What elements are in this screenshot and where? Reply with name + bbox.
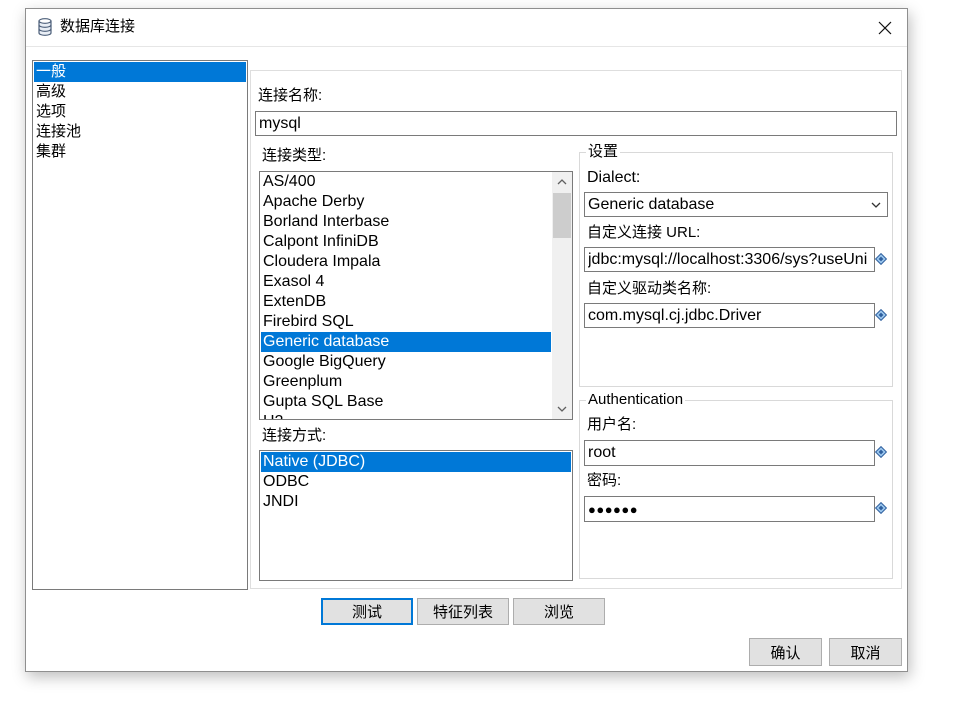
connection-type-item[interactable]: Calpont InfiniDB [261,232,551,252]
connection-type-item[interactable]: AS/400 [261,172,551,192]
password-label: 密码: [587,472,622,489]
variable-icon [875,253,887,265]
test-button[interactable]: 测试 [321,598,413,625]
close-icon [878,21,892,34]
connection-type-item[interactable]: Borland Interbase [261,212,551,232]
access-type-item[interactable]: ODBC [261,472,571,492]
scroll-thumb[interactable] [553,193,571,238]
authentication-group: Authentication 用户名: 密码: [579,391,893,579]
close-button[interactable] [863,9,907,46]
connection-type-label: 连接类型: [262,147,327,164]
access-type-list[interactable]: Native (JDBC) ODBC JNDI [259,450,573,581]
ok-button[interactable]: 确认 [749,638,822,666]
nav-item[interactable]: 一般 [34,62,246,82]
connection-type-item[interactable]: Generic database [261,332,551,352]
variable-icon [875,309,887,321]
section-nav-list[interactable]: 一般 高级 选项 连接池 集群 [32,60,248,590]
chevron-down-icon [557,406,567,412]
dialect-select[interactable]: Generic database [584,192,888,217]
cancel-button[interactable]: 取消 [829,638,902,666]
connection-type-item[interactable]: Gupta SQL Base [261,392,551,412]
url-label: 自定义连接 URL: [587,224,701,241]
connection-type-item[interactable]: H2 [261,412,551,419]
nav-item[interactable]: 选项 [34,102,246,122]
connection-type-item[interactable]: Firebird SQL [261,312,551,332]
chevron-down-icon [871,202,881,208]
connection-name-label: 连接名称: [258,87,323,104]
explore-button[interactable]: 浏览 [513,598,605,625]
dialect-value: Generic database [588,196,715,213]
driver-class-label: 自定义驱动类名称: [587,280,712,297]
username-label: 用户名: [587,416,637,433]
settings-group-title: 设置 [586,143,621,161]
chevron-up-icon [557,179,567,185]
connection-type-item[interactable]: Exasol 4 [261,272,551,292]
general-panel: 连接名称: 连接类型: AS/400Apache DerbyBorland In… [250,70,902,589]
window-title: 数据库连接 [60,18,136,35]
connection-type-item[interactable]: ExtenDB [261,292,551,312]
connection-type-item[interactable]: Cloudera Impala [261,252,551,272]
connection-type-item[interactable]: Google BigQuery [261,352,551,372]
username-input[interactable] [584,440,875,466]
password-input[interactable] [584,496,875,522]
variable-icon [875,446,887,458]
connection-type-item[interactable]: Apache Derby [261,192,551,212]
authentication-group-title: Authentication [586,391,686,409]
variable-icon [875,502,887,514]
database-connection-dialog: 数据库连接 一般高级选项连接池集群 连接名称: 连接类型: AS/400Apac… [25,8,908,672]
url-input[interactable] [584,247,875,272]
settings-group: 设置 Dialect: Generic database 自定义连接 URL: … [579,143,893,387]
access-type-item[interactable]: JNDI [261,492,571,512]
scroll-up-button[interactable] [552,172,572,192]
connection-name-input[interactable] [255,111,897,136]
access-type-item[interactable]: Native (JDBC) [261,452,571,472]
connection-type-scrollbar[interactable] [552,172,572,419]
driver-class-input[interactable] [584,303,875,328]
connection-type-list[interactable]: AS/400 Apache Derby Borland Interbase Calpo… [259,171,573,420]
access-type-label: 连接方式: [262,427,327,444]
title-bar: 数据库连接 [26,9,907,47]
dialect-label: Dialect: [587,169,641,186]
nav-item[interactable]: 高级 [34,82,246,102]
feature-list-button[interactable]: 特征列表 [417,598,509,625]
scroll-down-button[interactable] [552,399,572,419]
connection-type-item[interactable]: Greenplum [261,372,551,392]
nav-item[interactable]: 集群 [34,142,246,162]
database-icon [38,18,52,36]
nav-item[interactable]: 连接池 [34,122,246,142]
